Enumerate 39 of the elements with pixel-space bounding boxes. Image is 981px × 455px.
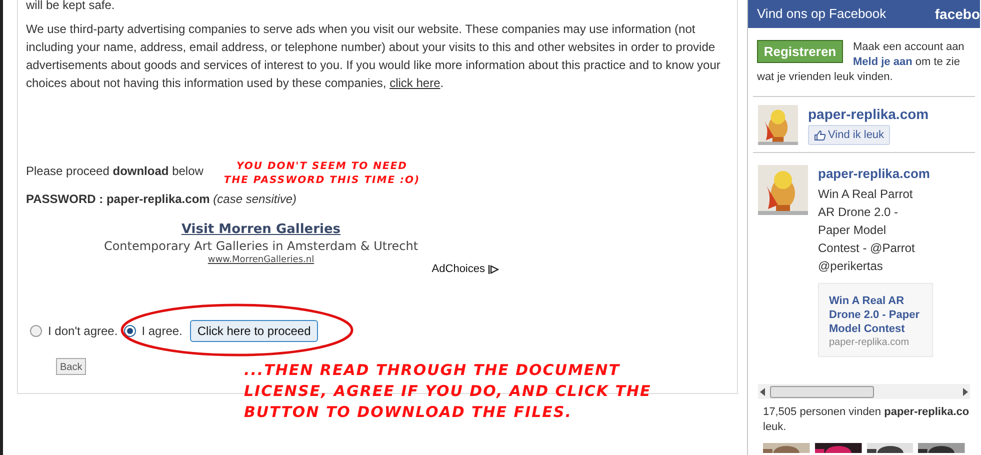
- post-text: Win A Real Parrot AR Drone 2.0 - Paper Model Contest - @Parrot @perikertas: [818, 186, 916, 275]
- scrollbar-thumb[interactable]: [770, 386, 874, 398]
- like-button[interactable]: Vind ik leuk: [808, 125, 890, 145]
- adchoices-link[interactable]: AdChoices: [432, 260, 485, 278]
- paragraph: Please proceed download below: [26, 163, 204, 180]
- fans-text: 17,505 personen vinden: [763, 406, 882, 418]
- scroll-right-icon[interactable]: [962, 388, 968, 396]
- adchoices-icon[interactable]: [488, 264, 499, 274]
- link-card[interactable]: Win A Real AR Drone 2.0 - Paper Model Contest paper-replika.com: [818, 283, 933, 357]
- thumbs-up-icon: [814, 130, 826, 140]
- link[interactable]: click here: [390, 76, 440, 90]
- header-title: Vind ons op Facebook: [757, 5, 886, 24]
- password-label: PASSWORD : paper-replika.com: [26, 192, 210, 206]
- fans-text: leuk.: [763, 420, 788, 435]
- facebook-logo: facebo: [934, 4, 980, 24]
- paragraph: We use third-party advertising companies to serve ads when you visit our website. These companies may use information (not including your name, address, email address, or telephone number) about your visits to this and other websites in order to provide advertisements about goods and services of interest to you. If you would like more information about this practice and to know your choices about not having this information used by these companies, click here.: [26, 21, 722, 92]
- back-button[interactable]: Back: [56, 358, 86, 375]
- card-source: paper-replika.com: [829, 336, 910, 350]
- scroll-left-icon[interactable]: [760, 388, 766, 396]
- paragraph: will be kept safe.: [26, 0, 116, 14]
- login-link[interactable]: Meld je aan: [853, 56, 912, 68]
- password-note: (case sensitive): [213, 192, 297, 206]
- page-link[interactable]: paper-replika.co: [884, 406, 970, 418]
- radio-label: I don't agree.: [48, 323, 118, 340]
- ad-subtitle: Contemporary Art Galleries in Amsterdam & Utrecht: [104, 238, 418, 254]
- ad-title[interactable]: Visit Morren Galleries: [181, 222, 341, 238]
- register-text: wat je vrienden leuk vinden.: [757, 70, 894, 85]
- ad-url[interactable]: www.MorrenGalleries.nl: [208, 254, 314, 266]
- radio-button[interactable]: [30, 325, 42, 337]
- post-author[interactable]: paper-replika.com: [818, 165, 930, 183]
- horizontal-scrollbar[interactable]: [758, 384, 970, 399]
- annotation-text: ...THEN READ THROUGH THE DOCUMENT LICENSE, AGREE IF YOU DO, AND CLICK THE BUTTON TO DOWNLOAD THE FILES.: [244, 360, 652, 423]
- register-text: Maak een account aan: [853, 40, 964, 55]
- card-title: Win A Real AR Drone 2.0 - Paper Model Contest: [829, 294, 920, 336]
- register-text: om te zie: [915, 56, 960, 68]
- radio-label: I agree.: [142, 323, 182, 340]
- page-name[interactable]: paper-replika.com: [808, 105, 929, 123]
- annotation-text: YOU DON'T SEEM TO NEED THE PASSWORD THIS TIME :O): [222, 160, 422, 188]
- proceed-button[interactable]: Click here to proceed: [190, 320, 318, 342]
